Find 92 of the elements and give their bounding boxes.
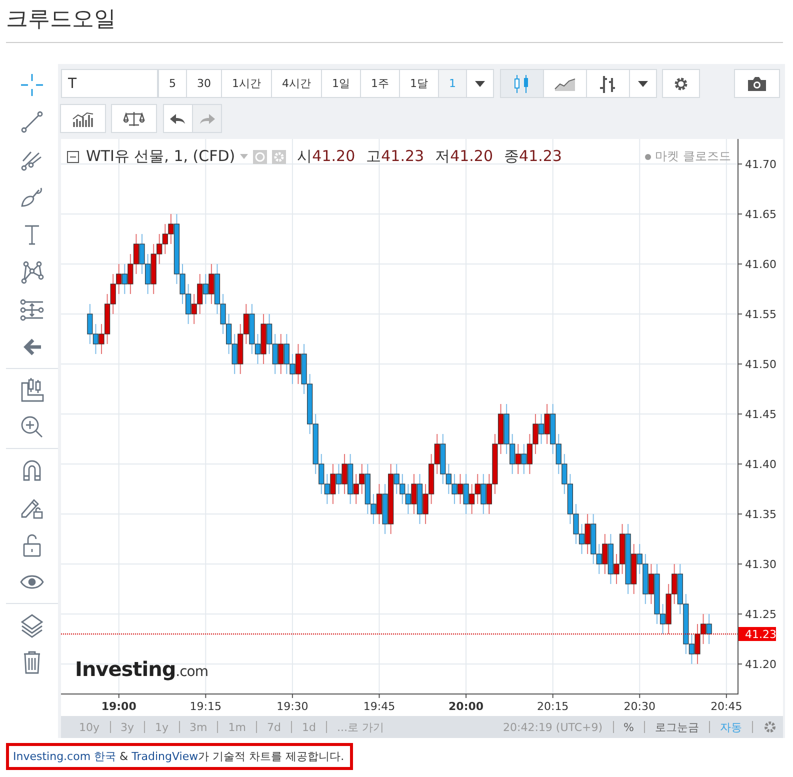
- last-price-label: 41.23: [738, 627, 776, 641]
- caret-icon: [638, 80, 648, 86]
- ohlc-value: 고41.23: [366, 147, 424, 166]
- clock-time: 20:42:19 (UTC+9): [502, 720, 604, 734]
- credit-text: 가 기술적 차트를 제공합니다.: [198, 750, 344, 763]
- settings-button[interactable]: [662, 69, 700, 98]
- x-tick-label: 20:45: [710, 700, 742, 713]
- x-tick-label: 19:45: [363, 700, 396, 713]
- undo-button[interactable]: [163, 104, 193, 133]
- price-tick: 41.70: [738, 158, 776, 171]
- area-chart-icon: [554, 76, 576, 90]
- symbol-field[interactable]: T: [61, 69, 158, 98]
- candles-icon: [513, 74, 531, 94]
- ohlc-value: 시41.20: [297, 147, 356, 166]
- interval-button[interactable]: 4시간: [271, 69, 322, 98]
- time-tick: 19:45: [363, 694, 396, 713]
- ref-line-label: 41.23: [745, 628, 776, 641]
- time-tick: 19:00: [101, 694, 136, 713]
- price-tick: 41.55: [738, 308, 776, 321]
- price-tick: 41.60: [738, 258, 776, 271]
- ruler-icon[interactable]: [19, 376, 45, 403]
- y-tick-label: 41.40: [745, 458, 776, 471]
- x-tick-label: 19:00: [101, 700, 137, 713]
- price-tick: 41.30: [738, 558, 776, 571]
- tradingview-link[interactable]: TradingView: [132, 750, 198, 763]
- indicators-icon: [72, 110, 94, 126]
- y-tick-label: 41.60: [745, 258, 776, 271]
- y-tick-label: 41.25: [745, 608, 776, 621]
- interval-button[interactable]: 1달: [399, 69, 439, 98]
- interval-button[interactable]: 5: [158, 69, 187, 98]
- measure-icon[interactable]: [19, 296, 45, 323]
- camera-icon: [747, 76, 767, 92]
- settings-icon[interactable]: [763, 720, 777, 734]
- candles-chart-button[interactable]: [500, 69, 544, 98]
- x-tick-label: 20:30: [624, 700, 656, 713]
- time-tick: 19:30: [276, 694, 308, 713]
- y-tick-label: 41.65: [745, 208, 776, 221]
- price-tick: 41.65: [738, 208, 776, 221]
- x-tick-label: 19:15: [190, 700, 222, 713]
- investing-link[interactable]: Investing.com 한국: [13, 750, 116, 763]
- redo-icon: [199, 112, 215, 124]
- interval-button[interactable]: 1: [438, 69, 467, 98]
- ampersand: &: [120, 750, 128, 763]
- y-tick-label: 41.35: [745, 508, 776, 521]
- time-tick: 20:15: [536, 694, 569, 713]
- y-tick-label: 41.70: [745, 158, 776, 171]
- time-tick: 20:00: [448, 694, 484, 713]
- scale-toggle[interactable]: %: [614, 720, 644, 734]
- x-tick-label: 20:00: [448, 700, 484, 713]
- price-tick: 41.35: [738, 508, 776, 521]
- y-tick-label: 41.20: [745, 658, 776, 671]
- y-tick-label: 41.55: [745, 308, 776, 321]
- compare-button[interactable]: [111, 104, 157, 133]
- undo-icon: [170, 112, 186, 124]
- time-tick: 19:15: [190, 694, 222, 713]
- y-tick-label: 41.50: [745, 358, 776, 371]
- pattern-icon[interactable]: [19, 259, 45, 286]
- scale-toggle[interactable]: 로그눈금: [645, 720, 709, 734]
- time-tick: 20:45: [710, 694, 742, 713]
- layers-icon[interactable]: [19, 612, 45, 638]
- collapse-icon[interactable]: [67, 150, 79, 162]
- interval-button[interactable]: 1주: [360, 69, 400, 98]
- x-tick-label: 19:30: [276, 700, 308, 713]
- interval-button[interactable]: 1일: [321, 69, 361, 98]
- symbol-title[interactable]: WTI유 선물, 1, (CFD): [86, 147, 236, 166]
- bars-chart-button[interactable]: [586, 69, 630, 98]
- interval-dropdown[interactable]: [466, 69, 494, 98]
- snapshot-button[interactable]: [734, 69, 780, 98]
- bars-icon: [598, 74, 618, 94]
- caret-icon: [240, 154, 248, 159]
- interval-button[interactable]: 1시간: [221, 69, 272, 98]
- price-tick: 41.25: [738, 608, 776, 621]
- price-tick: 41.45: [738, 408, 776, 421]
- y-tick-label: 41.30: [745, 558, 776, 571]
- market-status: 마켓 클로즈드: [645, 148, 731, 165]
- price-tick: 41.20: [738, 658, 776, 671]
- crosshair-icon[interactable]: [19, 72, 45, 98]
- caret-icon: [475, 80, 485, 86]
- watermark-logo: Investing.com: [75, 657, 208, 681]
- page-title: 크루드오일: [6, 0, 783, 43]
- x-tick-label: 20:15: [536, 700, 569, 713]
- chart-type-dropdown[interactable]: [629, 69, 657, 98]
- price-tick: 41.50: [738, 358, 776, 371]
- trend-line-icon[interactable]: [19, 109, 45, 136]
- scales-icon: [123, 110, 145, 126]
- interval-button[interactable]: 30: [186, 69, 222, 98]
- y-tick-label: 41.45: [745, 408, 776, 421]
- indicators-button[interactable]: [60, 104, 106, 133]
- ohlc-value: 종41.23: [504, 147, 562, 166]
- price-tick: 41.40: [738, 458, 776, 471]
- ohlc-value: 저41.20: [435, 147, 494, 166]
- time-tick: 20:30: [624, 694, 656, 713]
